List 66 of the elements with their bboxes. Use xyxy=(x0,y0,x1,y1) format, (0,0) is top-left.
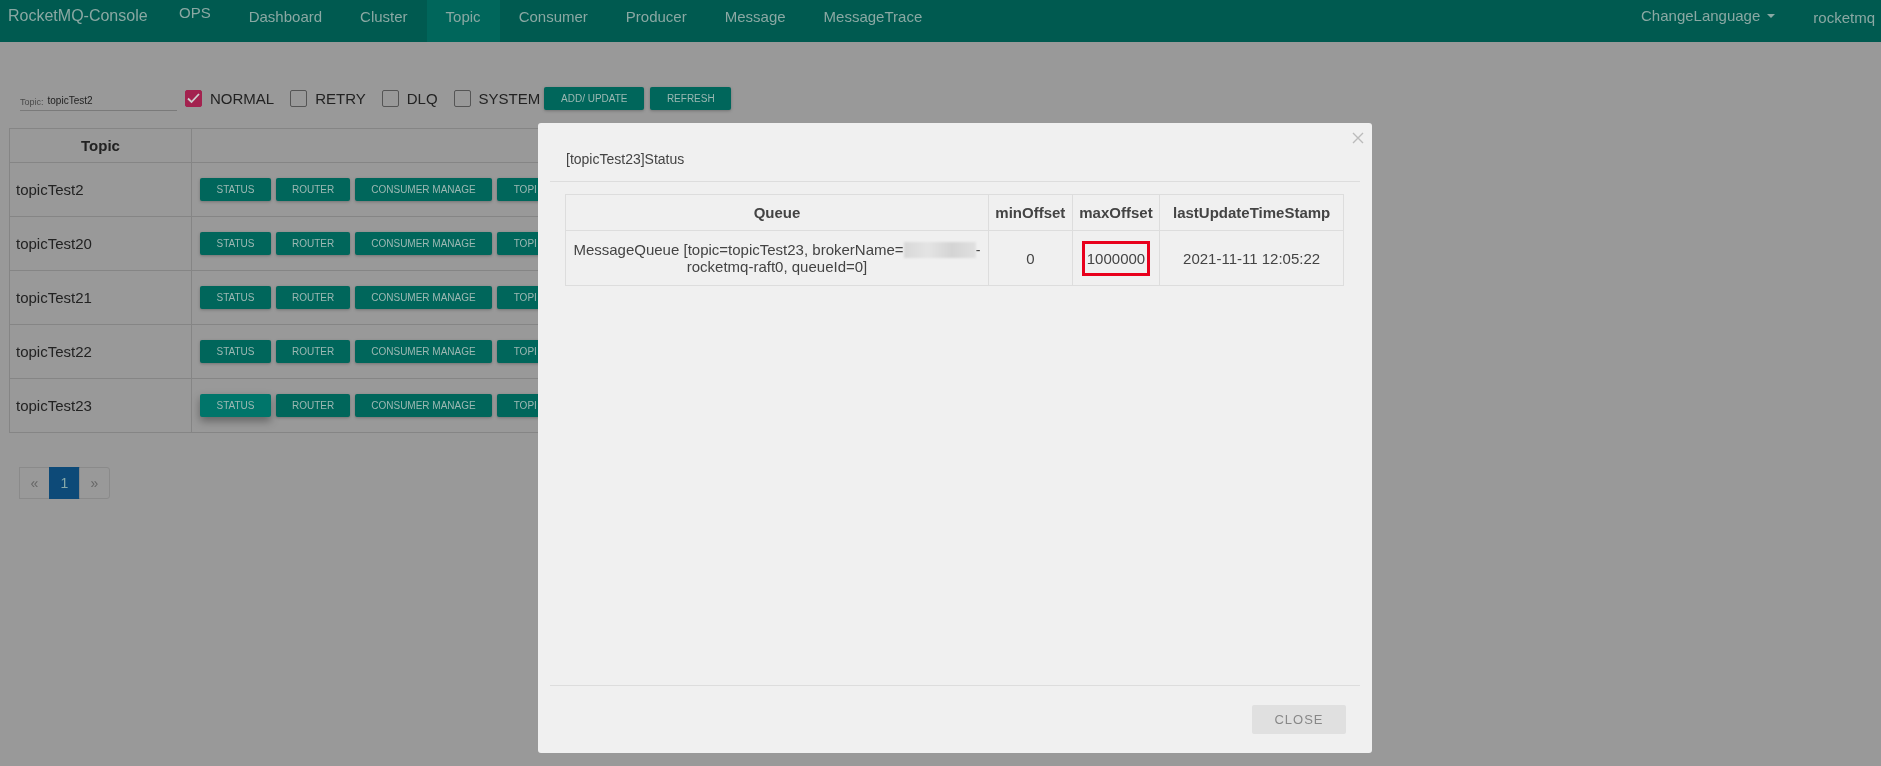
action-button[interactable]: STATUS xyxy=(200,232,271,255)
queue-text: MessageQueue [topic=topicTest23, brokerName= xyxy=(573,241,904,258)
topic-name: topicTest21 xyxy=(9,270,192,325)
checkbox[interactable] xyxy=(453,89,471,107)
action-button[interactable]: CONSUMER MANAGE xyxy=(355,394,492,417)
toolbar-button[interactable]: ADD/ UPDATE xyxy=(544,86,645,110)
action-button[interactable]: ROUTER xyxy=(276,178,351,201)
table-cell: 0 xyxy=(988,230,1073,286)
nav-item[interactable]: Consumer xyxy=(499,0,607,42)
action-button[interactable]: TOPI xyxy=(496,340,538,363)
action-button[interactable]: STATUS xyxy=(200,178,271,201)
action-button[interactable]: STATUS xyxy=(200,286,271,309)
action-button[interactable]: CONSUMER MANAGE xyxy=(355,340,492,363)
checkbox-label: RETRY xyxy=(315,89,366,107)
topic-name: topicTest23 xyxy=(9,378,192,433)
close-button[interactable]: CLOSE xyxy=(1252,705,1346,734)
topic-name: topicTest2 xyxy=(9,162,192,217)
queue-text: - xyxy=(975,241,981,258)
queue-text: rocketmq-raft0, queueId=0] xyxy=(686,258,868,275)
action-button[interactable]: STATUS xyxy=(200,394,271,417)
checkbox[interactable] xyxy=(381,89,399,107)
column-header: Topic xyxy=(9,128,192,163)
nav-item[interactable]: Message xyxy=(705,0,805,42)
close-icon[interactable] xyxy=(1352,132,1364,144)
nav-item[interactable]: Topic xyxy=(426,0,500,42)
action-button[interactable]: STATUS xyxy=(200,340,271,363)
action-button[interactable]: ROUTER xyxy=(276,232,351,255)
nav-item[interactable]: MessageTrace xyxy=(804,0,942,42)
nav-item[interactable]: Dashboard xyxy=(229,0,342,42)
user-name[interactable]: rocketmq xyxy=(1813,0,1881,42)
toolbar-button[interactable]: REFRESH xyxy=(650,86,732,110)
nav-item[interactable]: Cluster xyxy=(341,0,427,42)
action-button[interactable]: TOPI xyxy=(496,286,538,309)
checkbox-label: SYSTEM xyxy=(478,89,541,107)
dialog-title: [topicTest23]Status xyxy=(566,151,685,169)
column-header: lastUpdateTimeStamp xyxy=(1159,194,1344,231)
field-value: topicTest2 xyxy=(47,94,93,108)
action-button[interactable]: ROUTER xyxy=(276,286,351,309)
checkbox[interactable] xyxy=(290,89,308,107)
action-button[interactable]: ROUTER xyxy=(276,340,351,363)
action-button[interactable]: TOPI xyxy=(496,178,538,201)
topic-name: topicTest20 xyxy=(9,216,192,271)
nav-item[interactable]: OPS xyxy=(160,0,230,38)
topic-search-field[interactable]: Topic: topicTest2 xyxy=(20,85,177,111)
action-button[interactable]: CONSUMER MANAGE xyxy=(355,178,492,201)
checkbox-label: NORMAL xyxy=(210,89,275,107)
table-cell: 1000000 xyxy=(1072,230,1160,286)
action-button[interactable]: TOPI xyxy=(496,394,538,417)
language-menu[interactable]: ChangeLanguage xyxy=(1641,7,1761,24)
checkbox[interactable] xyxy=(185,89,202,107)
column-header: minOffset xyxy=(988,194,1073,231)
action-button[interactable]: TOPI xyxy=(496,232,538,255)
topic-name: topicTest22 xyxy=(9,324,192,379)
action-button[interactable]: CONSUMER MANAGE xyxy=(355,232,492,255)
table-cell: 2021-11-11 12:05:22 xyxy=(1159,230,1344,286)
nav-item[interactable]: Producer xyxy=(606,0,706,42)
column-header: maxOffset xyxy=(1072,194,1160,231)
caret-icon xyxy=(1767,14,1776,18)
field-label: Topic: xyxy=(20,96,44,109)
column-header: Queue xyxy=(565,194,989,231)
page-button[interactable]: 1 xyxy=(49,467,80,499)
app-brand[interactable]: RocketMQ-Console xyxy=(0,0,160,42)
action-button[interactable]: CONSUMER MANAGE xyxy=(355,286,492,309)
action-button[interactable]: ROUTER xyxy=(276,394,351,417)
checkbox-label: DLQ xyxy=(406,89,438,107)
next-page-button[interactable]: » xyxy=(79,467,110,499)
